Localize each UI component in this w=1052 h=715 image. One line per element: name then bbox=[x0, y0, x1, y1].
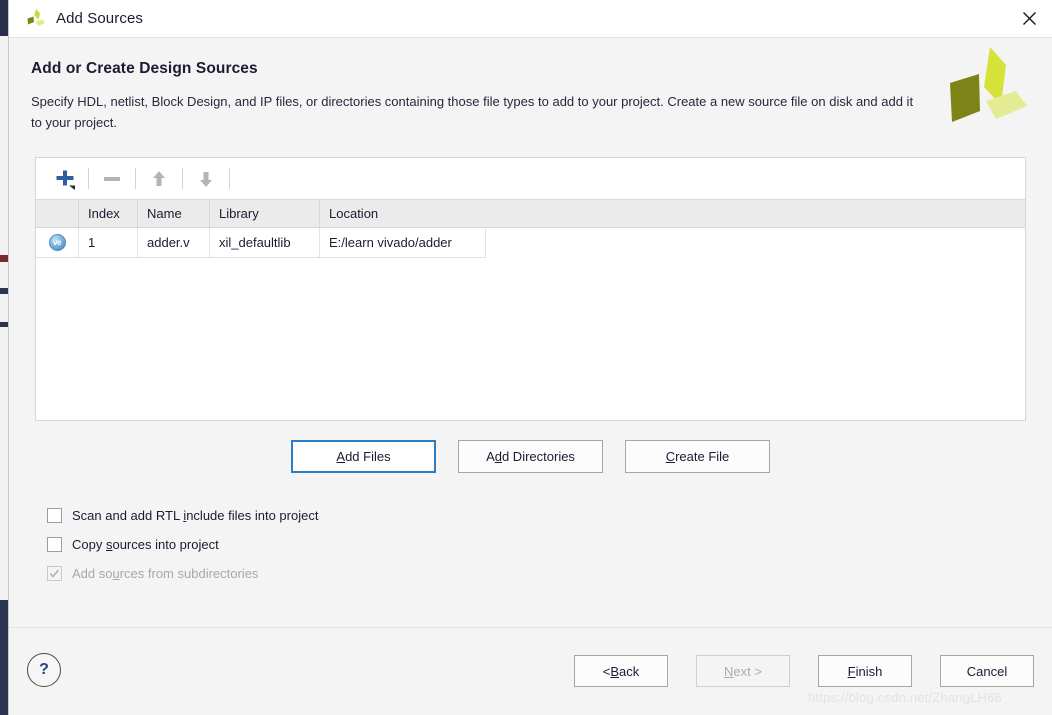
add-directories-label-pre: A bbox=[486, 449, 495, 464]
window-title: Add Sources bbox=[56, 10, 143, 27]
add-subdirectories-checkbox: Add sources from subdirectories bbox=[47, 559, 1026, 588]
add-files-label-rest: dd Files bbox=[345, 449, 391, 464]
toolbar-separator bbox=[88, 168, 89, 189]
finish-button[interactable]: Finish bbox=[818, 655, 912, 687]
create-file-button[interactable]: Create File bbox=[625, 440, 770, 473]
add-files-button[interactable]: Add Files bbox=[291, 440, 436, 473]
sources-toolbar bbox=[36, 158, 1025, 199]
checkbox-box bbox=[47, 508, 62, 523]
table-header: Index Name Library Location bbox=[36, 199, 1025, 228]
checkmark-icon bbox=[49, 569, 60, 578]
sources-panel: Index Name Library Location ve 1 adder.v… bbox=[35, 157, 1026, 421]
add-files-mnemonic: A bbox=[336, 449, 346, 464]
add-directories-label-rest: d Directories bbox=[501, 449, 575, 464]
add-directories-mnemonic: d bbox=[494, 449, 502, 464]
vivado-logo-icon bbox=[25, 8, 47, 30]
help-icon: ? bbox=[39, 661, 49, 678]
source-action-buttons: Add Files Add Directories Create File bbox=[35, 440, 1026, 473]
toolbar-separator bbox=[135, 168, 136, 189]
add-directories-button[interactable]: Add Directories bbox=[458, 440, 603, 473]
scan-rtl-include-label: Scan and add RTL include files into proj… bbox=[72, 508, 319, 523]
column-header-location[interactable]: Location bbox=[320, 200, 1025, 227]
create-file-label-rest: reate File bbox=[675, 449, 730, 464]
checkbox-box-checked bbox=[47, 566, 62, 581]
help-button[interactable]: ? bbox=[27, 653, 61, 687]
cancel-button[interactable]: Cancel bbox=[940, 655, 1034, 687]
table-row[interactable]: ve 1 adder.v xil_defaultlib E:/learn viv… bbox=[36, 228, 1025, 258]
dialog-body: Index Name Library Location ve 1 adder.v… bbox=[9, 157, 1052, 588]
header-section: Add or Create Design Sources Specify HDL… bbox=[9, 38, 1052, 157]
cell-index: 1 bbox=[79, 228, 138, 258]
background-strip bbox=[0, 0, 8, 715]
add-subdirectories-label: Add sources from subdirectories bbox=[72, 566, 259, 581]
column-header-name[interactable]: Name bbox=[138, 200, 210, 227]
back-button[interactable]: < Back bbox=[574, 655, 668, 687]
close-icon[interactable] bbox=[1006, 0, 1052, 37]
arrow-down-icon[interactable] bbox=[187, 164, 225, 194]
options-group: Scan and add RTL include files into proj… bbox=[35, 501, 1026, 588]
title-bar: Add Sources bbox=[9, 0, 1052, 38]
add-sources-dialog: Add Sources Add or Create Design Sources… bbox=[8, 0, 1052, 715]
column-header-index[interactable]: Index bbox=[79, 200, 138, 227]
create-file-mnemonic: C bbox=[665, 449, 676, 464]
cell-name: adder.v bbox=[138, 228, 210, 258]
page-title: Add or Create Design Sources bbox=[31, 60, 258, 77]
copy-sources-label: Copy sources into project bbox=[72, 537, 219, 552]
arrow-up-icon[interactable] bbox=[140, 164, 178, 194]
toolbar-separator bbox=[229, 168, 230, 189]
toolbar-separator bbox=[182, 168, 183, 189]
copy-sources-checkbox[interactable]: Copy sources into project bbox=[47, 530, 1026, 559]
table-empty-area bbox=[36, 258, 1025, 420]
minus-icon[interactable] bbox=[93, 164, 131, 194]
dialog-footer: ? < Back Next > Finish Cancel bbox=[9, 628, 1052, 715]
scan-rtl-include-checkbox[interactable]: Scan and add RTL include files into proj… bbox=[47, 501, 1026, 530]
cell-location: E:/learn vivado/adder bbox=[320, 228, 486, 258]
column-header-icon[interactable] bbox=[36, 200, 79, 227]
plus-icon[interactable] bbox=[46, 164, 84, 194]
verilog-file-icon-label: ve bbox=[48, 234, 66, 251]
navigation-buttons: < Back Next > Finish Cancel bbox=[574, 655, 1034, 687]
checkbox-box bbox=[47, 537, 62, 552]
verilog-file-icon: ve bbox=[36, 228, 79, 258]
cell-library: xil_defaultlib bbox=[210, 228, 320, 258]
vivado-brand-logo-icon bbox=[942, 43, 1034, 137]
column-header-library[interactable]: Library bbox=[210, 200, 320, 227]
page-description: Specify HDL, netlist, Block Design, and … bbox=[31, 94, 914, 130]
next-button[interactable]: Next > bbox=[696, 655, 790, 687]
